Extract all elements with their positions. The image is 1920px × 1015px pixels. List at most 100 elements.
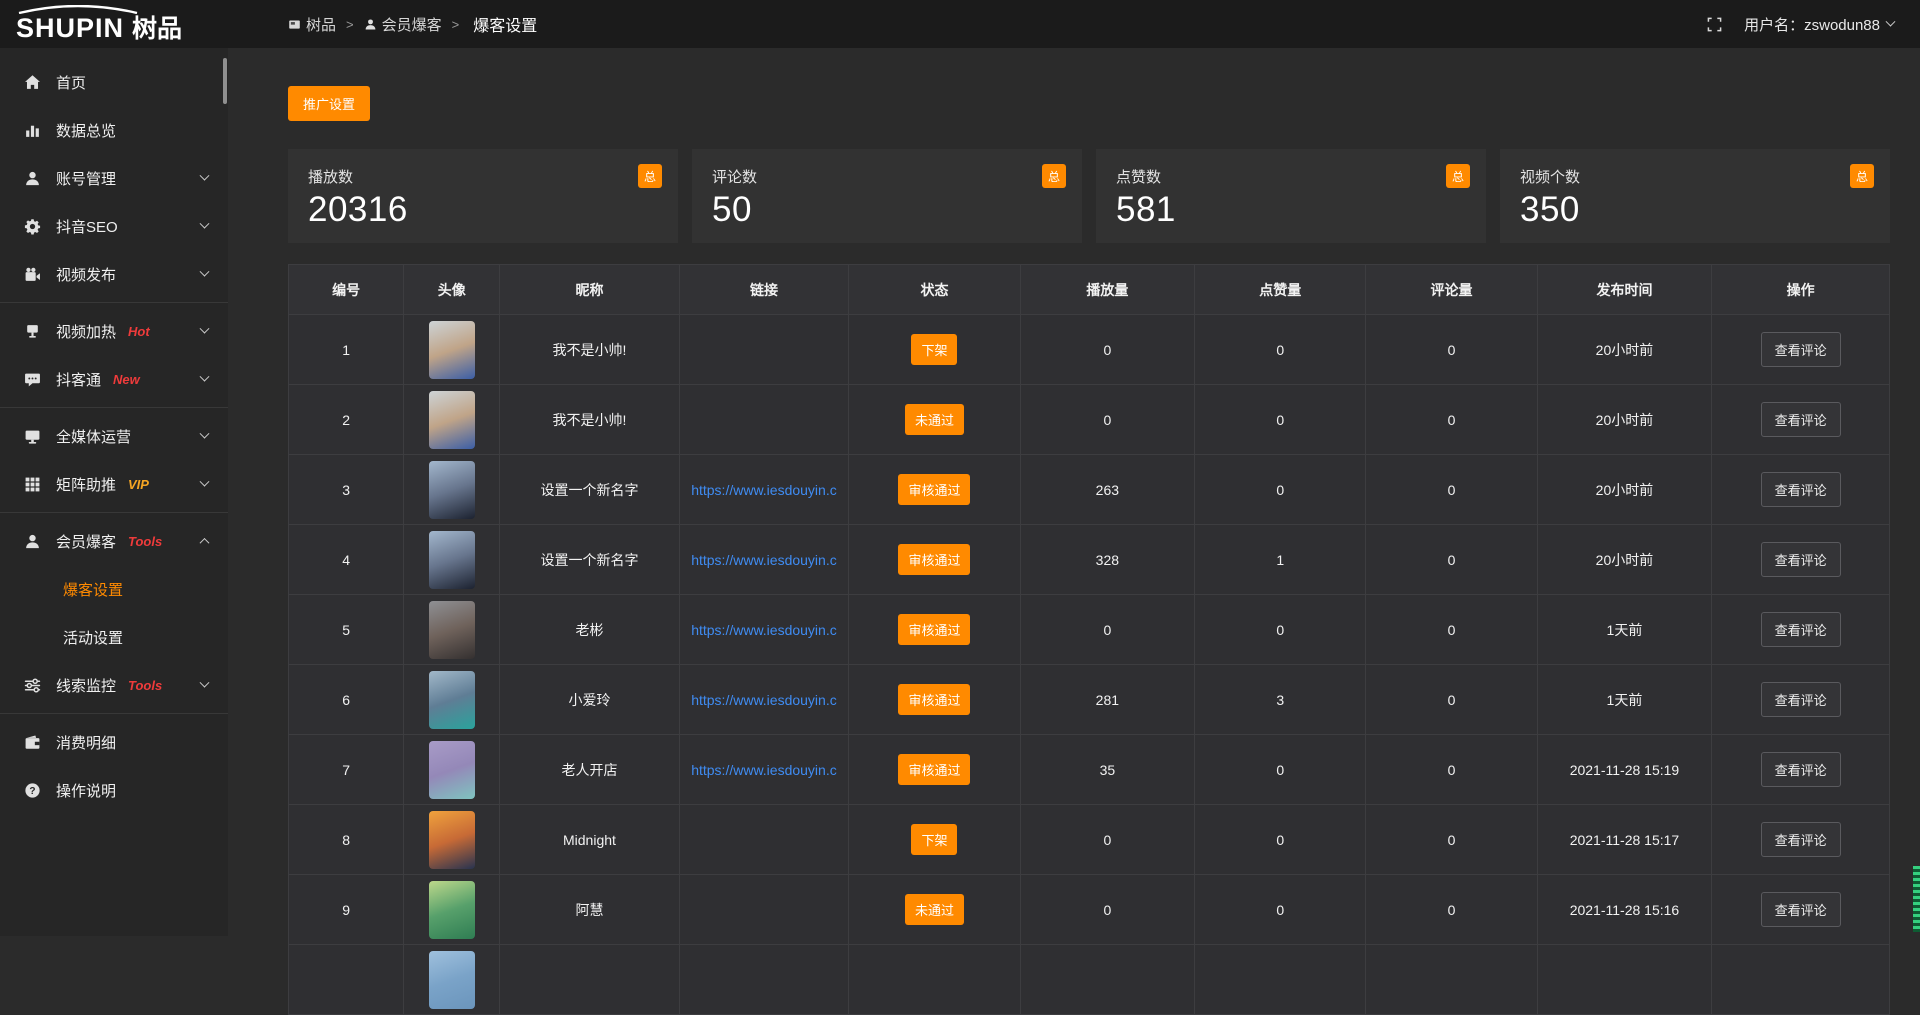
cell-action: 查看评论 [1712, 385, 1890, 455]
cell-nickname: 老彬 [500, 595, 679, 665]
status-badge: 审核通过 [898, 544, 970, 575]
stat-label: 播放数 [308, 166, 658, 187]
cell-comments: 0 [1366, 455, 1537, 525]
sidebar-item-label: 账号管理 [56, 168, 116, 189]
cell-link: https://www.iesdouyin.c [679, 525, 849, 595]
sidebar-group: 全媒体运营矩阵助推VIP [0, 407, 228, 512]
status-badge: 审核通过 [898, 614, 970, 645]
cell-index: 8 [289, 805, 404, 875]
table-header-编号: 编号 [289, 265, 404, 315]
sidebar-item-线索监控[interactable]: 线索监控Tools [0, 661, 228, 709]
cell-likes [1195, 945, 1366, 1015]
breadcrumb-label: 树品 [306, 14, 336, 35]
question-icon: ? [24, 782, 41, 799]
chevron-down-icon [200, 218, 210, 228]
cell-status: 未通过 [849, 385, 1020, 455]
sidebar-item-抖客通[interactable]: 抖客通New [0, 355, 228, 403]
dashboard-icon [288, 18, 301, 31]
table-row: 4设置一个新名字https://www.iesdouyin.c审核通过32810… [289, 525, 1890, 595]
view-comments-button[interactable]: 查看评论 [1761, 682, 1841, 717]
chevron-down-icon [1886, 16, 1896, 26]
table-row: 7老人开店https://www.iesdouyin.c审核通过35002021… [289, 735, 1890, 805]
cell-comments: 0 [1366, 665, 1537, 735]
view-comments-button[interactable]: 查看评论 [1761, 542, 1841, 577]
video-link[interactable]: https://www.iesdouyin.c [691, 762, 837, 778]
sidebar-item-全媒体运营[interactable]: 全媒体运营 [0, 412, 228, 460]
fullscreen-icon[interactable] [1707, 17, 1722, 32]
cell-time: 20小时前 [1537, 455, 1712, 525]
cell-action: 查看评论 [1712, 875, 1890, 945]
promo-settings-button[interactable]: 推广设置 [288, 86, 370, 121]
cell-time: 20小时前 [1537, 315, 1712, 385]
chevron-down-icon [200, 266, 210, 276]
stat-card-点赞数: 点赞数581总 [1096, 149, 1486, 243]
breadcrumb-label: 爆客设置 [473, 12, 537, 36]
sidebar-item-数据总览[interactable]: 数据总览 [0, 106, 228, 154]
cell-link [679, 315, 849, 385]
view-comments-button[interactable]: 查看评论 [1761, 752, 1841, 787]
sidebar-item-会员爆客[interactable]: 会员爆客Tools [0, 517, 228, 565]
cell-avatar [404, 735, 500, 805]
sidebar-item-tag: VIP [128, 477, 149, 492]
cell-status: 下架 [849, 805, 1020, 875]
sidebar-item-视频发布[interactable]: 视频发布 [0, 250, 228, 298]
table-row: 6小爱玲https://www.iesdouyin.c审核通过281301天前查… [289, 665, 1890, 735]
sidebar-item-label: 视频加热 [56, 321, 116, 342]
cell-link [679, 385, 849, 455]
video-link[interactable]: https://www.iesdouyin.c [691, 692, 837, 708]
cell-avatar [404, 455, 500, 525]
cell-avatar [404, 945, 500, 1015]
bar-chart-icon [24, 122, 41, 139]
avatar [429, 741, 475, 799]
cell-status: 未通过 [849, 875, 1020, 945]
cell-likes: 0 [1195, 315, 1366, 385]
video-link[interactable]: https://www.iesdouyin.c [691, 482, 837, 498]
sidebar-item-视频加热[interactable]: 视频加热 Hot [0, 307, 228, 355]
sidebar-scrollbar-thumb[interactable] [223, 58, 227, 104]
sidebar-item-tag: Hot [128, 324, 150, 339]
sidebar-item-label: 操作说明 [56, 780, 116, 801]
cell-plays [1020, 945, 1195, 1015]
video-link[interactable]: https://www.iesdouyin.c [691, 552, 837, 568]
sidebar-subitem-活动设置[interactable]: 活动设置 [0, 613, 228, 661]
sidebar-item-label: 数据总览 [56, 120, 116, 141]
page-scrollbar-marker[interactable] [1913, 866, 1920, 932]
view-comments-button[interactable]: 查看评论 [1761, 332, 1841, 367]
status-badge: 审核通过 [898, 754, 970, 785]
table-header-评论量: 评论量 [1366, 265, 1537, 315]
sidebar-item-抖音SEO[interactable]: 抖音SEO [0, 202, 228, 250]
sidebar-item-消费明细[interactable]: 消费明细 [0, 718, 228, 766]
cell-index: 3 [289, 455, 404, 525]
view-comments-button[interactable]: 查看评论 [1761, 402, 1841, 437]
cell-action: 查看评论 [1712, 315, 1890, 385]
table-header-状态: 状态 [849, 265, 1020, 315]
view-comments-button[interactable]: 查看评论 [1761, 472, 1841, 507]
sidebar: 首页数据总览账号管理抖音SEO视频发布视频加热Hot抖客通New全媒体运营矩阵助… [0, 48, 228, 936]
chevron-down-icon [200, 476, 210, 486]
grid-icon [24, 476, 41, 493]
cell-time: 1天前 [1537, 595, 1712, 665]
sidebar-item-矩阵助推[interactable]: 矩阵助推VIP [0, 460, 228, 508]
stat-label: 评论数 [712, 166, 1062, 187]
stat-card-评论数: 评论数50总 [692, 149, 1082, 243]
cell-link: https://www.iesdouyin.c [679, 735, 849, 805]
video-link[interactable]: https://www.iesdouyin.c [691, 622, 837, 638]
sidebar-item-label: 全媒体运营 [56, 426, 131, 447]
sidebar-item-操作说明[interactable]: ? 操作说明 [0, 766, 228, 814]
sidebar-item-账号管理[interactable]: 账号管理 [0, 154, 228, 202]
user-menu[interactable]: 用户名：zswodun88 [1744, 14, 1894, 35]
cell-index: 5 [289, 595, 404, 665]
breadcrumb-item[interactable]: 树品 [288, 14, 336, 35]
breadcrumb: 树品>会员爆客>爆客设置 [288, 12, 537, 36]
view-comments-button[interactable]: 查看评论 [1761, 612, 1841, 647]
home-icon [24, 74, 41, 91]
cell-likes: 0 [1195, 595, 1366, 665]
user-icon [24, 170, 41, 187]
view-comments-button[interactable]: 查看评论 [1761, 822, 1841, 857]
table-header-播放量: 播放量 [1020, 265, 1195, 315]
sidebar-subitem-爆客设置[interactable]: 爆客设置 [0, 565, 228, 613]
cell-time: 20小时前 [1537, 525, 1712, 595]
view-comments-button[interactable]: 查看评论 [1761, 892, 1841, 927]
breadcrumb-item[interactable]: 会员爆客 [364, 14, 442, 35]
sidebar-item-首页[interactable]: 首页 [0, 58, 228, 106]
